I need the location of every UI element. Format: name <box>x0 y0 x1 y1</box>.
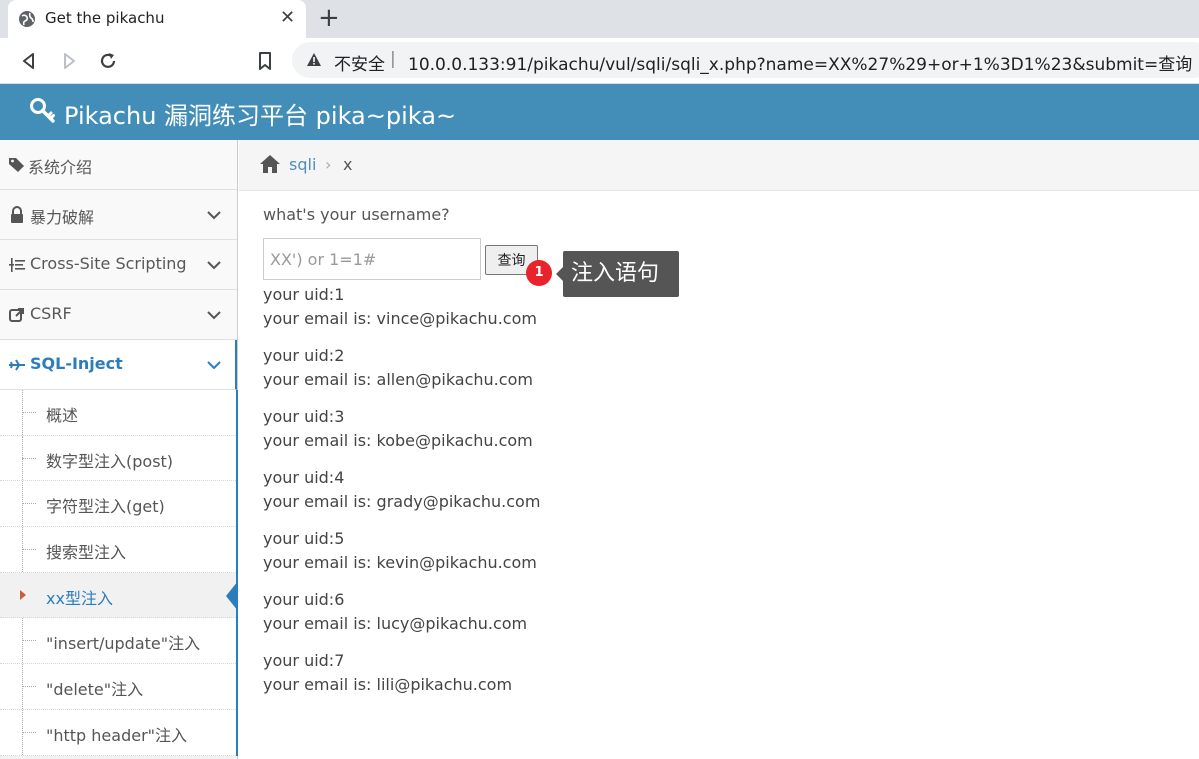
sidebar-item-csrf[interactable]: CSRF <box>0 290 237 340</box>
tree-line <box>22 731 36 733</box>
submenu-item[interactable]: 搜索型注入 <box>0 527 236 573</box>
tags-icon <box>9 158 24 172</box>
result-item: your uid:5 your email is: kevin@pikachu.… <box>263 527 863 575</box>
active-pointer <box>226 580 238 611</box>
sqli-submenu: 概述 数字型注入(post) 字符型注入(get) 搜索型注入 xx型注入 "i… <box>0 390 238 756</box>
sidebar-item-label: SQL-Inject <box>30 354 123 373</box>
result-uid: your uid:7 <box>263 651 345 670</box>
tree-line <box>22 412 36 413</box>
tab-title: Get the pikachu <box>45 9 165 27</box>
submenu-item-label: 概述 <box>46 406 79 425</box>
browser-tab[interactable]: Get the pikachu ✕ <box>8 0 306 38</box>
sidebar: 系统介绍 暴力破解 Cross-Site Scripting CSRF SQL-… <box>0 140 238 759</box>
result-uid: your uid:3 <box>263 407 345 426</box>
sidebar-item-intro[interactable]: 系统介绍 <box>0 140 237 190</box>
results-list: your uid:1 your email is: vince@pikachu.… <box>263 283 863 710</box>
sidebar-item-sqli[interactable]: SQL-Inject <box>0 340 237 390</box>
result-email: your email is: lucy@pikachu.com <box>263 614 528 633</box>
submenu-item[interactable]: 概述 <box>0 390 236 436</box>
result-email: your email is: lili@pikachu.com <box>263 675 513 694</box>
submenu-item-label: xx型注入 <box>46 588 113 608</box>
submenu-item[interactable]: "delete"注入 <box>0 664 236 710</box>
result-email: your email is: allen@pikachu.com <box>263 370 533 389</box>
breadcrumb-separator: › <box>325 155 332 174</box>
submenu-item-label: "http header"注入 <box>46 725 188 745</box>
address-bar[interactable]: 不安全 | 10.0.0.133:91/pikachu/vul/sqli/sql… <box>292 42 1199 78</box>
sidebar-item-label: CSRF <box>30 304 72 323</box>
tree-line <box>22 640 36 642</box>
submenu-item-current[interactable]: xx型注入 <box>0 572 238 619</box>
sidebar-item-xss[interactable]: Cross-Site Scripting <box>0 240 237 290</box>
globe-icon <box>19 11 35 27</box>
sidebar-item-label: 系统介绍 <box>28 158 93 177</box>
username-input[interactable] <box>263 238 481 280</box>
chevron-down-icon <box>207 211 221 220</box>
result-item: your uid:6 your email is: lucy@pikachu.c… <box>263 588 863 636</box>
submenu-item[interactable]: 字符型注入(get) <box>0 481 236 528</box>
breadcrumb-current: x <box>343 155 353 174</box>
result-uid: your uid:1 <box>263 285 345 304</box>
browser-toolbar: 不安全 | 10.0.0.133:91/pikachu/vul/sqli/sql… <box>0 38 1199 84</box>
breadcrumb: sqli › x <box>239 140 1199 191</box>
site-header: Pikachu 漏洞练习平台 pika~pika~ <box>0 84 1199 140</box>
chevron-down-icon <box>207 261 221 270</box>
tree-line <box>22 686 36 688</box>
new-tab-button[interactable]: + <box>318 4 340 32</box>
list-icon <box>9 258 25 272</box>
result-item: your uid:2 your email is: allen@pikachu.… <box>263 344 863 392</box>
site-title[interactable]: Pikachu 漏洞练习平台 pika~pika~ <box>64 96 456 131</box>
result-email: your email is: kevin@pikachu.com <box>263 553 537 572</box>
browser-tabstrip: Get the pikachu ✕ + <box>0 0 1199 38</box>
submenu-item[interactable]: "insert/update"注入 <box>0 618 236 665</box>
result-uid: your uid:4 <box>263 468 345 487</box>
share-icon <box>9 308 24 322</box>
result-email: your email is: grady@pikachu.com <box>263 492 541 511</box>
result-item: your uid:1 your email is: vince@pikachu.… <box>263 283 863 331</box>
home-icon[interactable] <box>259 154 281 174</box>
caret-right-icon <box>20 589 26 600</box>
key-icon <box>30 98 55 123</box>
submenu-item-label: "insert/update"注入 <box>46 634 201 654</box>
submenu-item[interactable]: 数字型注入(post) <box>0 435 236 482</box>
result-uid: your uid:6 <box>263 590 345 609</box>
tree-line <box>22 503 36 505</box>
submenu-item[interactable]: "http header"注入 <box>0 709 236 756</box>
sidebar-item-label: Cross-Site Scripting <box>30 254 187 273</box>
warning-icon <box>307 53 321 66</box>
result-item: your uid:4 your email is: grady@pikachu.… <box>263 466 863 514</box>
result-email: your email is: kobe@pikachu.com <box>263 431 533 450</box>
sidebar-item-label: 暴力破解 <box>30 208 95 227</box>
chevron-down-icon <box>207 361 221 370</box>
url-text[interactable]: 10.0.0.133:91/pikachu/vul/sqli/sqli_x.ph… <box>408 50 1192 75</box>
result-item: your uid:3 your email is: kobe@pikachu.c… <box>263 405 863 453</box>
breadcrumb-link-sqli[interactable]: sqli <box>289 155 316 174</box>
submenu-item-label: 字符型注入(get) <box>46 497 165 517</box>
sidebar-item-bruteforce[interactable]: 暴力破解 <box>0 190 237 240</box>
not-secure-label: 不安全 <box>334 55 385 75</box>
tree-line <box>22 457 36 459</box>
result-uid: your uid:2 <box>263 346 345 365</box>
submenu-item-label: 数字型注入(post) <box>46 451 174 471</box>
url-separator: | <box>390 49 396 69</box>
reload-icon[interactable] <box>97 50 119 72</box>
username-prompt: what's your username? <box>263 205 450 224</box>
forward-icon[interactable] <box>58 50 80 72</box>
tree-line <box>22 549 36 551</box>
result-email: your email is: vince@pikachu.com <box>263 309 537 328</box>
result-uid: your uid:5 <box>263 529 345 548</box>
close-tab-icon[interactable]: ✕ <box>280 7 295 28</box>
submenu-item-label: 搜索型注入 <box>46 543 127 563</box>
submenu-item-label: "delete"注入 <box>46 680 144 700</box>
bookmark-icon[interactable] <box>254 50 276 72</box>
plane-icon <box>9 359 25 371</box>
back-icon[interactable] <box>18 50 40 72</box>
chevron-down-icon <box>207 311 221 320</box>
result-item: your uid:7 your email is: lili@pikachu.c… <box>263 649 863 697</box>
lock-icon <box>11 206 23 223</box>
